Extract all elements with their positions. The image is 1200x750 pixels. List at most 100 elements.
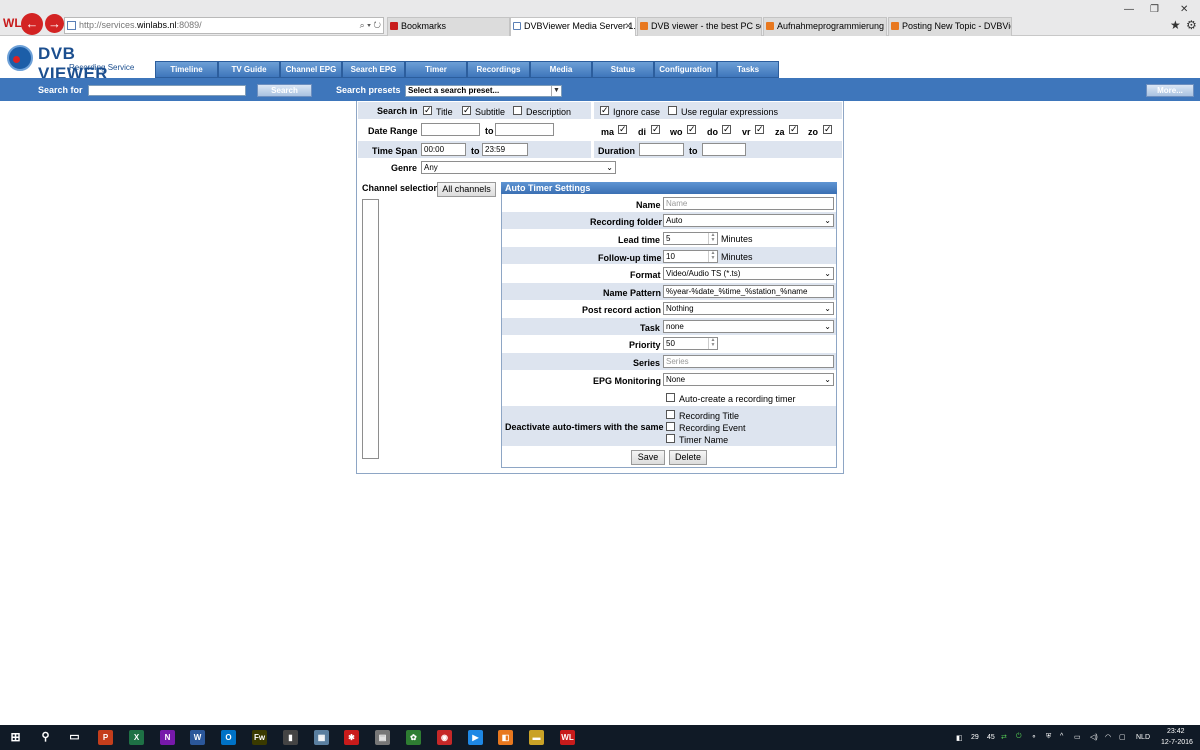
nav-tasks[interactable]: Tasks bbox=[717, 61, 779, 78]
search-input[interactable] bbox=[88, 85, 246, 96]
tray-time[interactable]: 23:42 bbox=[1167, 728, 1185, 735]
day-checkbox-ma[interactable]: ✓ bbox=[618, 125, 627, 134]
taskbar-app-icon[interactable]: ✱ bbox=[344, 730, 359, 745]
tray-sync-icon[interactable]: ⇄ bbox=[1001, 733, 1007, 741]
day-checkbox-vr[interactable]: ✓ bbox=[755, 125, 764, 134]
time-to-input[interactable]: 23:59 bbox=[482, 143, 528, 156]
tab-aufnahmeprogrammierung[interactable]: Aufnahmeprogrammierung W... bbox=[763, 17, 887, 36]
settings-gear-icon[interactable]: ⚙ bbox=[1186, 18, 1197, 32]
nav-tv-guide[interactable]: TV Guide bbox=[218, 61, 280, 78]
delete-button[interactable]: Delete bbox=[669, 450, 707, 465]
tray-battery-icon[interactable]: ▭ bbox=[1074, 733, 1081, 741]
taskbar-app-icon[interactable]: WL bbox=[560, 730, 575, 745]
taskbar-app-icon[interactable]: ▶ bbox=[468, 730, 483, 745]
save-button[interactable]: Save bbox=[631, 450, 665, 465]
tray-shield-icon[interactable]: ⛨ bbox=[1046, 733, 1051, 741]
taskbar-app-icon[interactable]: ✿ bbox=[406, 730, 421, 745]
start-windows-icon[interactable]: ⊞ bbox=[8, 730, 23, 745]
date-to-input[interactable] bbox=[495, 123, 554, 136]
restore-icon[interactable]: ❐ bbox=[1150, 4, 1159, 15]
task-select[interactable]: none ⌄ bbox=[663, 320, 834, 333]
genre-select[interactable]: Any ⌄ bbox=[421, 161, 616, 174]
timer-name-checkbox[interactable] bbox=[666, 434, 675, 443]
nav-search-epg[interactable]: Search EPG bbox=[342, 61, 405, 78]
day-checkbox-zo[interactable]: ✓ bbox=[823, 125, 832, 134]
nav-recordings[interactable]: Recordings bbox=[467, 61, 530, 78]
subtitle-checkbox[interactable]: ✓ bbox=[462, 106, 471, 115]
regex-checkbox[interactable] bbox=[668, 106, 677, 115]
tray-power-icon[interactable]: ⏻ bbox=[1016, 733, 1022, 741]
nav-media[interactable]: Media bbox=[530, 61, 592, 78]
tray-network-icon[interactable]: ⚬ bbox=[1031, 733, 1037, 741]
tab-posting-new-topic[interactable]: Posting New Topic - DVBViewe... bbox=[888, 17, 1012, 36]
nav-timer[interactable]: Timer bbox=[405, 61, 467, 78]
taskbar-app-icon[interactable]: X bbox=[129, 730, 144, 745]
tray-wifi-icon[interactable]: ◠ bbox=[1105, 733, 1111, 741]
taskbar-app-icon[interactable]: P bbox=[98, 730, 113, 745]
all-channels-button[interactable]: All channels bbox=[437, 182, 496, 197]
favorites-star-icon[interactable]: ★ bbox=[1170, 18, 1181, 32]
time-from-input[interactable]: 00:00 bbox=[421, 143, 466, 156]
tray-chevron-icon[interactable]: ^ bbox=[1060, 733, 1063, 740]
auto-create-checkbox[interactable] bbox=[666, 393, 675, 402]
stepper-icon[interactable]: ▲ ▼ bbox=[708, 338, 717, 349]
back-button[interactable]: ← bbox=[21, 13, 43, 35]
close-window-icon[interactable]: ✕ bbox=[1180, 4, 1188, 15]
date-from-input[interactable] bbox=[421, 123, 480, 136]
task-view-icon[interactable]: ▭ bbox=[67, 730, 82, 745]
recording-event-checkbox[interactable] bbox=[666, 422, 675, 431]
more-button[interactable]: More... bbox=[1146, 84, 1194, 97]
nav-status[interactable]: Status bbox=[592, 61, 654, 78]
taskbar-app-icon[interactable]: ◉ bbox=[437, 730, 452, 745]
description-checkbox[interactable] bbox=[513, 106, 522, 115]
channel-list[interactable] bbox=[362, 199, 379, 459]
tab-dvb-viewer[interactable]: DVB viewer - the best PC softw... bbox=[637, 17, 762, 36]
stepper-icon[interactable]: ▲ ▼ bbox=[708, 251, 717, 262]
taskbar-app-icon[interactable]: ▦ bbox=[314, 730, 329, 745]
follow-up-time-input[interactable]: 10 ▲ ▼ bbox=[663, 250, 718, 263]
search-icon[interactable]: ⚲ bbox=[38, 730, 53, 745]
lead-time-input[interactable]: 5 ▲ ▼ bbox=[663, 232, 718, 245]
taskbar-app-icon[interactable]: ▮ bbox=[283, 730, 298, 745]
title-checkbox[interactable]: ✓ bbox=[423, 106, 432, 115]
tray-date[interactable]: 12-7-2016 bbox=[1161, 739, 1193, 746]
duration-to-input[interactable] bbox=[702, 143, 746, 156]
nav-channel-epg[interactable]: Channel EPG bbox=[280, 61, 342, 78]
taskbar-app-icon[interactable]: ◧ bbox=[498, 730, 513, 745]
tab-bookmarks[interactable]: Bookmarks bbox=[387, 17, 510, 36]
tray-message-icon[interactable]: ▢ bbox=[1119, 733, 1126, 741]
recording-title-checkbox[interactable] bbox=[666, 410, 675, 419]
priority-input[interactable]: 50 ▲ ▼ bbox=[663, 337, 718, 350]
taskbar-app-icon[interactable]: ▤ bbox=[375, 730, 390, 745]
forward-button[interactable]: → bbox=[45, 14, 64, 33]
day-checkbox-za[interactable]: ✓ bbox=[789, 125, 798, 134]
address-controls-icon[interactable]: ⌕ ▾ ↻ bbox=[360, 18, 381, 33]
name-input[interactable]: Name bbox=[663, 197, 834, 210]
search-preset-select[interactable]: Select a search preset... ▼ bbox=[405, 85, 562, 97]
taskbar-app-icon[interactable]: W bbox=[190, 730, 205, 745]
epg-monitoring-select[interactable]: None ⌄ bbox=[663, 373, 834, 386]
format-select[interactable]: Video/Audio TS (*.ts) ⌄ bbox=[663, 267, 834, 280]
nav-timeline[interactable]: Timeline bbox=[155, 61, 218, 78]
tray-rss-icon[interactable]: ◧ bbox=[956, 734, 963, 742]
search-button[interactable]: Search bbox=[257, 84, 312, 97]
duration-from-input[interactable] bbox=[639, 143, 684, 156]
name-pattern-input[interactable]: %year-%date_%time_%station_%name bbox=[663, 285, 834, 298]
day-checkbox-do[interactable]: ✓ bbox=[722, 125, 731, 134]
stepper-icon[interactable]: ▲ ▼ bbox=[708, 233, 717, 244]
close-tab-icon[interactable]: ✕ bbox=[624, 18, 632, 35]
taskbar-app-icon[interactable]: N bbox=[160, 730, 175, 745]
nav-configuration[interactable]: Configuration bbox=[654, 61, 717, 78]
ignore-case-checkbox[interactable]: ✓ bbox=[600, 106, 609, 115]
series-input[interactable]: Series bbox=[663, 355, 834, 368]
minimize-icon[interactable]: — bbox=[1124, 4, 1134, 15]
address-bar[interactable]: http://services.winlabs.nl:8089/ ⌕ ▾ ↻ bbox=[64, 17, 384, 34]
taskbar-app-icon[interactable]: O bbox=[221, 730, 236, 745]
day-checkbox-di[interactable]: ✓ bbox=[651, 125, 660, 134]
taskbar-app-icon[interactable]: ▬ bbox=[529, 730, 544, 745]
tray-language[interactable]: NLD bbox=[1136, 734, 1150, 741]
tray-volume-icon[interactable]: ◁) bbox=[1090, 733, 1098, 741]
day-checkbox-wo[interactable]: ✓ bbox=[687, 125, 696, 134]
tab-dvbviewer-media-server[interactable]: DVBViewer Media Server 1.3... ✕ bbox=[510, 17, 636, 37]
recording-folder-select[interactable]: Auto ⌄ bbox=[663, 214, 834, 227]
